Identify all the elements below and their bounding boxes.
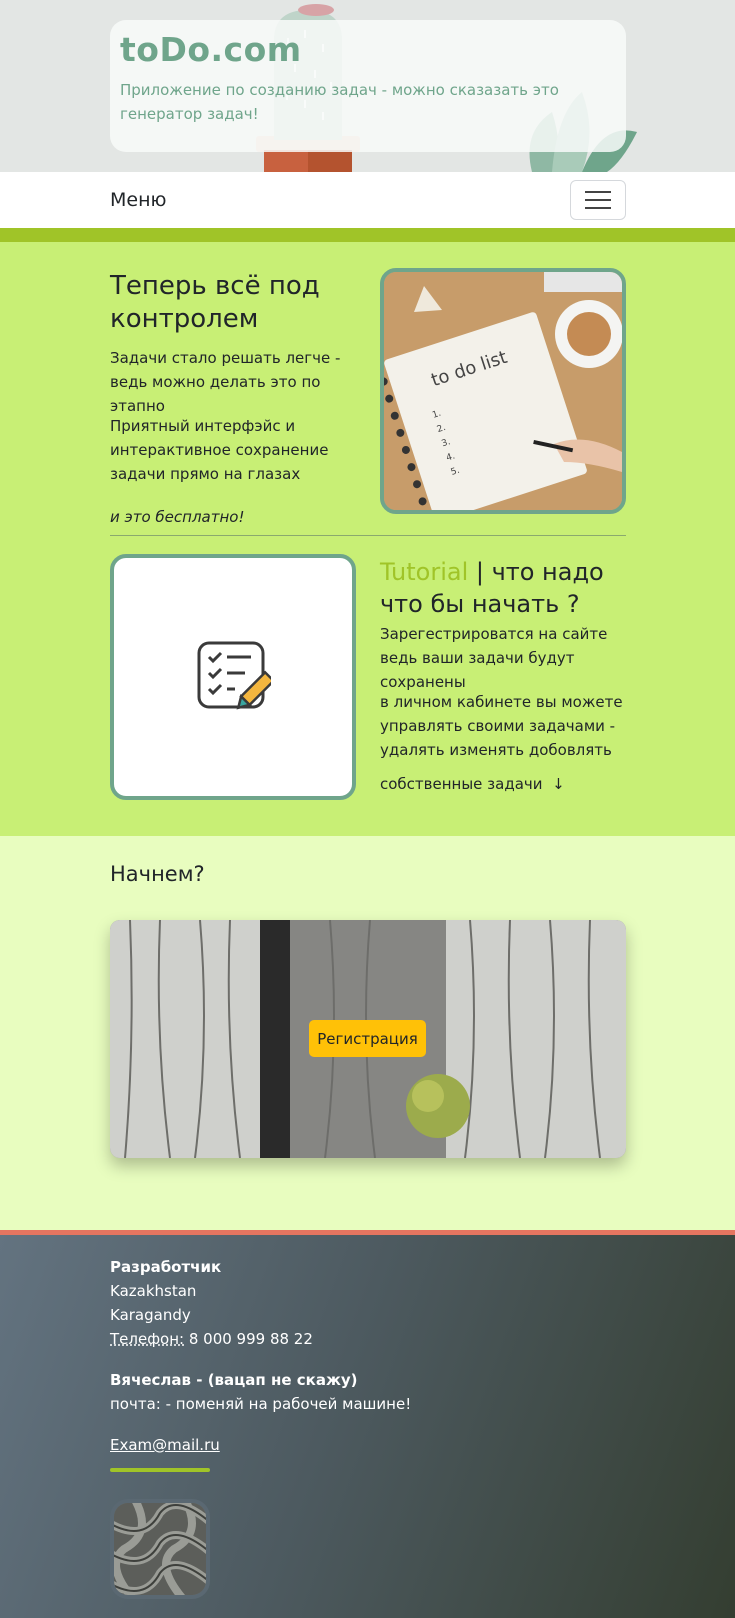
arrow-down-icon: ↓ <box>552 775 565 793</box>
features-section: Теперь всё под контролем Задачи стало ре… <box>0 228 735 836</box>
tutorial-paragraph: Зарегестрироватся на сайте ведь ваши зад… <box>380 625 608 691</box>
todo-notebook-photo: to do list 1. 2. 3. 4. 5. <box>380 268 626 514</box>
menu-label: Меню <box>110 189 167 211</box>
checklist-pencil-icon <box>197 641 271 710</box>
hamburger-icon <box>585 199 611 201</box>
hamburger-icon <box>585 191 611 193</box>
brand-logo[interactable]: toDo.com <box>120 30 616 70</box>
footer: Разработчик Kazakhstan Karagandy Телефон… <box>0 1230 735 1618</box>
footer-heading: Разработчик <box>110 1258 222 1276</box>
start-title: Начнем? <box>110 862 205 886</box>
register-button[interactable]: Регистрация <box>309 1020 426 1057</box>
footer-phone-line: Телефон: 8 000 999 88 22 <box>110 1327 313 1351</box>
email-link[interactable]: Exam@mail.ru <box>110 1433 220 1457</box>
hero-card: toDo.com Приложение по созданию задач - … <box>110 20 626 152</box>
tagline: Приложение по созданию задач - можно ска… <box>120 81 559 123</box>
hero-header: toDo.com Приложение по созданию задач - … <box>0 0 735 172</box>
hamburger-icon <box>585 207 611 209</box>
tutorial-own-tasks: собственные задачи <box>380 775 543 793</box>
footer-rule <box>110 1468 210 1472</box>
menu-toggle-button[interactable] <box>570 180 626 220</box>
registration-banner: Регистрация <box>110 920 626 1158</box>
intro-paragraph: Задачи стало решать легче - ведь можно д… <box>110 349 341 415</box>
phone-number: 8 000 999 88 22 <box>184 1330 313 1348</box>
section-divider <box>110 535 626 536</box>
section-title: Теперь всё под контролем <box>110 271 320 334</box>
rope-knot-avatar <box>110 1499 210 1599</box>
tutorial-paragraph: в личном кабинете вы можете управлять св… <box>380 693 623 759</box>
intro-paragraph: Приятный интерфэйс и интерактивное сохра… <box>110 417 329 483</box>
developer-name: Вячеслав - (вацап не скажу) <box>110 1371 358 1389</box>
footer-city: Karagandy <box>110 1306 191 1324</box>
phone-label: Телефон: <box>110 1330 185 1348</box>
mail-note: почта: - поменяй на рабочей машине! <box>110 1395 412 1413</box>
footer-country: Kazakhstan <box>110 1282 197 1300</box>
navbar: Меню <box>0 172 735 228</box>
tutorial-title: Tutorial | что надо что бы начать ? <box>380 556 626 620</box>
checklist-card <box>110 554 356 800</box>
start-section: Начнем? Регистрация <box>0 836 735 1230</box>
tutorial-accent: Tutorial <box>380 558 469 586</box>
intro-note: и это бесплатно! <box>110 508 245 526</box>
tutorial-paragraph: собственные задачи ↓ <box>380 772 565 796</box>
